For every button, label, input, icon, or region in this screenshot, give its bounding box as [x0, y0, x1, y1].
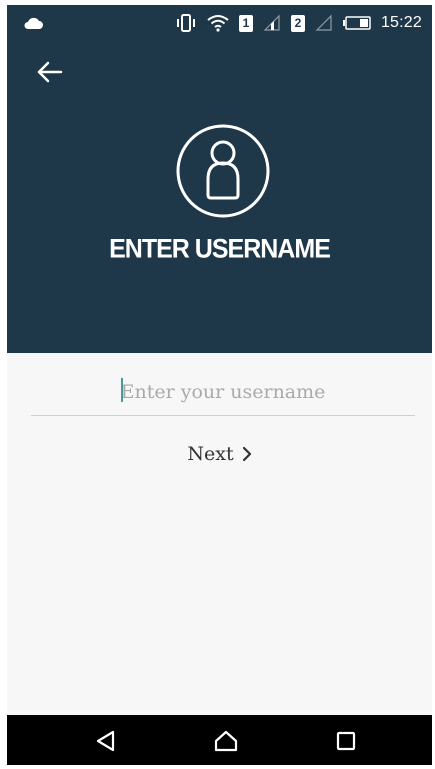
- next-button[interactable]: Next: [7, 439, 432, 469]
- battery-icon: [342, 16, 371, 30]
- clock: 15:22: [380, 14, 422, 31]
- app-screen: 1 2 15:22 ENTER USERNAME Enter your user…: [7, 5, 432, 765]
- back-button[interactable]: [35, 57, 65, 87]
- cloud-icon: [24, 17, 43, 29]
- header-panel: 1 2 15:22 ENTER USERNAME: [7, 5, 432, 353]
- username-form: Next: [7, 353, 432, 715]
- signal-icon: [263, 14, 280, 31]
- home-icon[interactable]: [213, 728, 239, 754]
- recents-icon[interactable]: [333, 728, 359, 754]
- next-label: Next: [187, 443, 234, 465]
- system-nav-bar: [7, 715, 432, 765]
- wifi-icon: [207, 15, 229, 32]
- back-triangle-icon[interactable]: [93, 728, 119, 754]
- text-caret: [121, 378, 123, 402]
- sim2-badge: 2: [290, 14, 305, 32]
- arrow-left-icon: [37, 61, 63, 83]
- status-icons: 1 2 15:22: [175, 13, 422, 33]
- sim1-badge: 1: [238, 14, 253, 32]
- vibrate-icon: [176, 14, 195, 32]
- status-bar: 1 2 15:22: [7, 5, 432, 41]
- username-input[interactable]: [31, 368, 415, 416]
- signal-empty-icon: [315, 14, 332, 31]
- page-title: ENTER USERNAME: [109, 233, 331, 265]
- user-icon: [176, 124, 270, 218]
- chevron-right-icon: [242, 446, 251, 462]
